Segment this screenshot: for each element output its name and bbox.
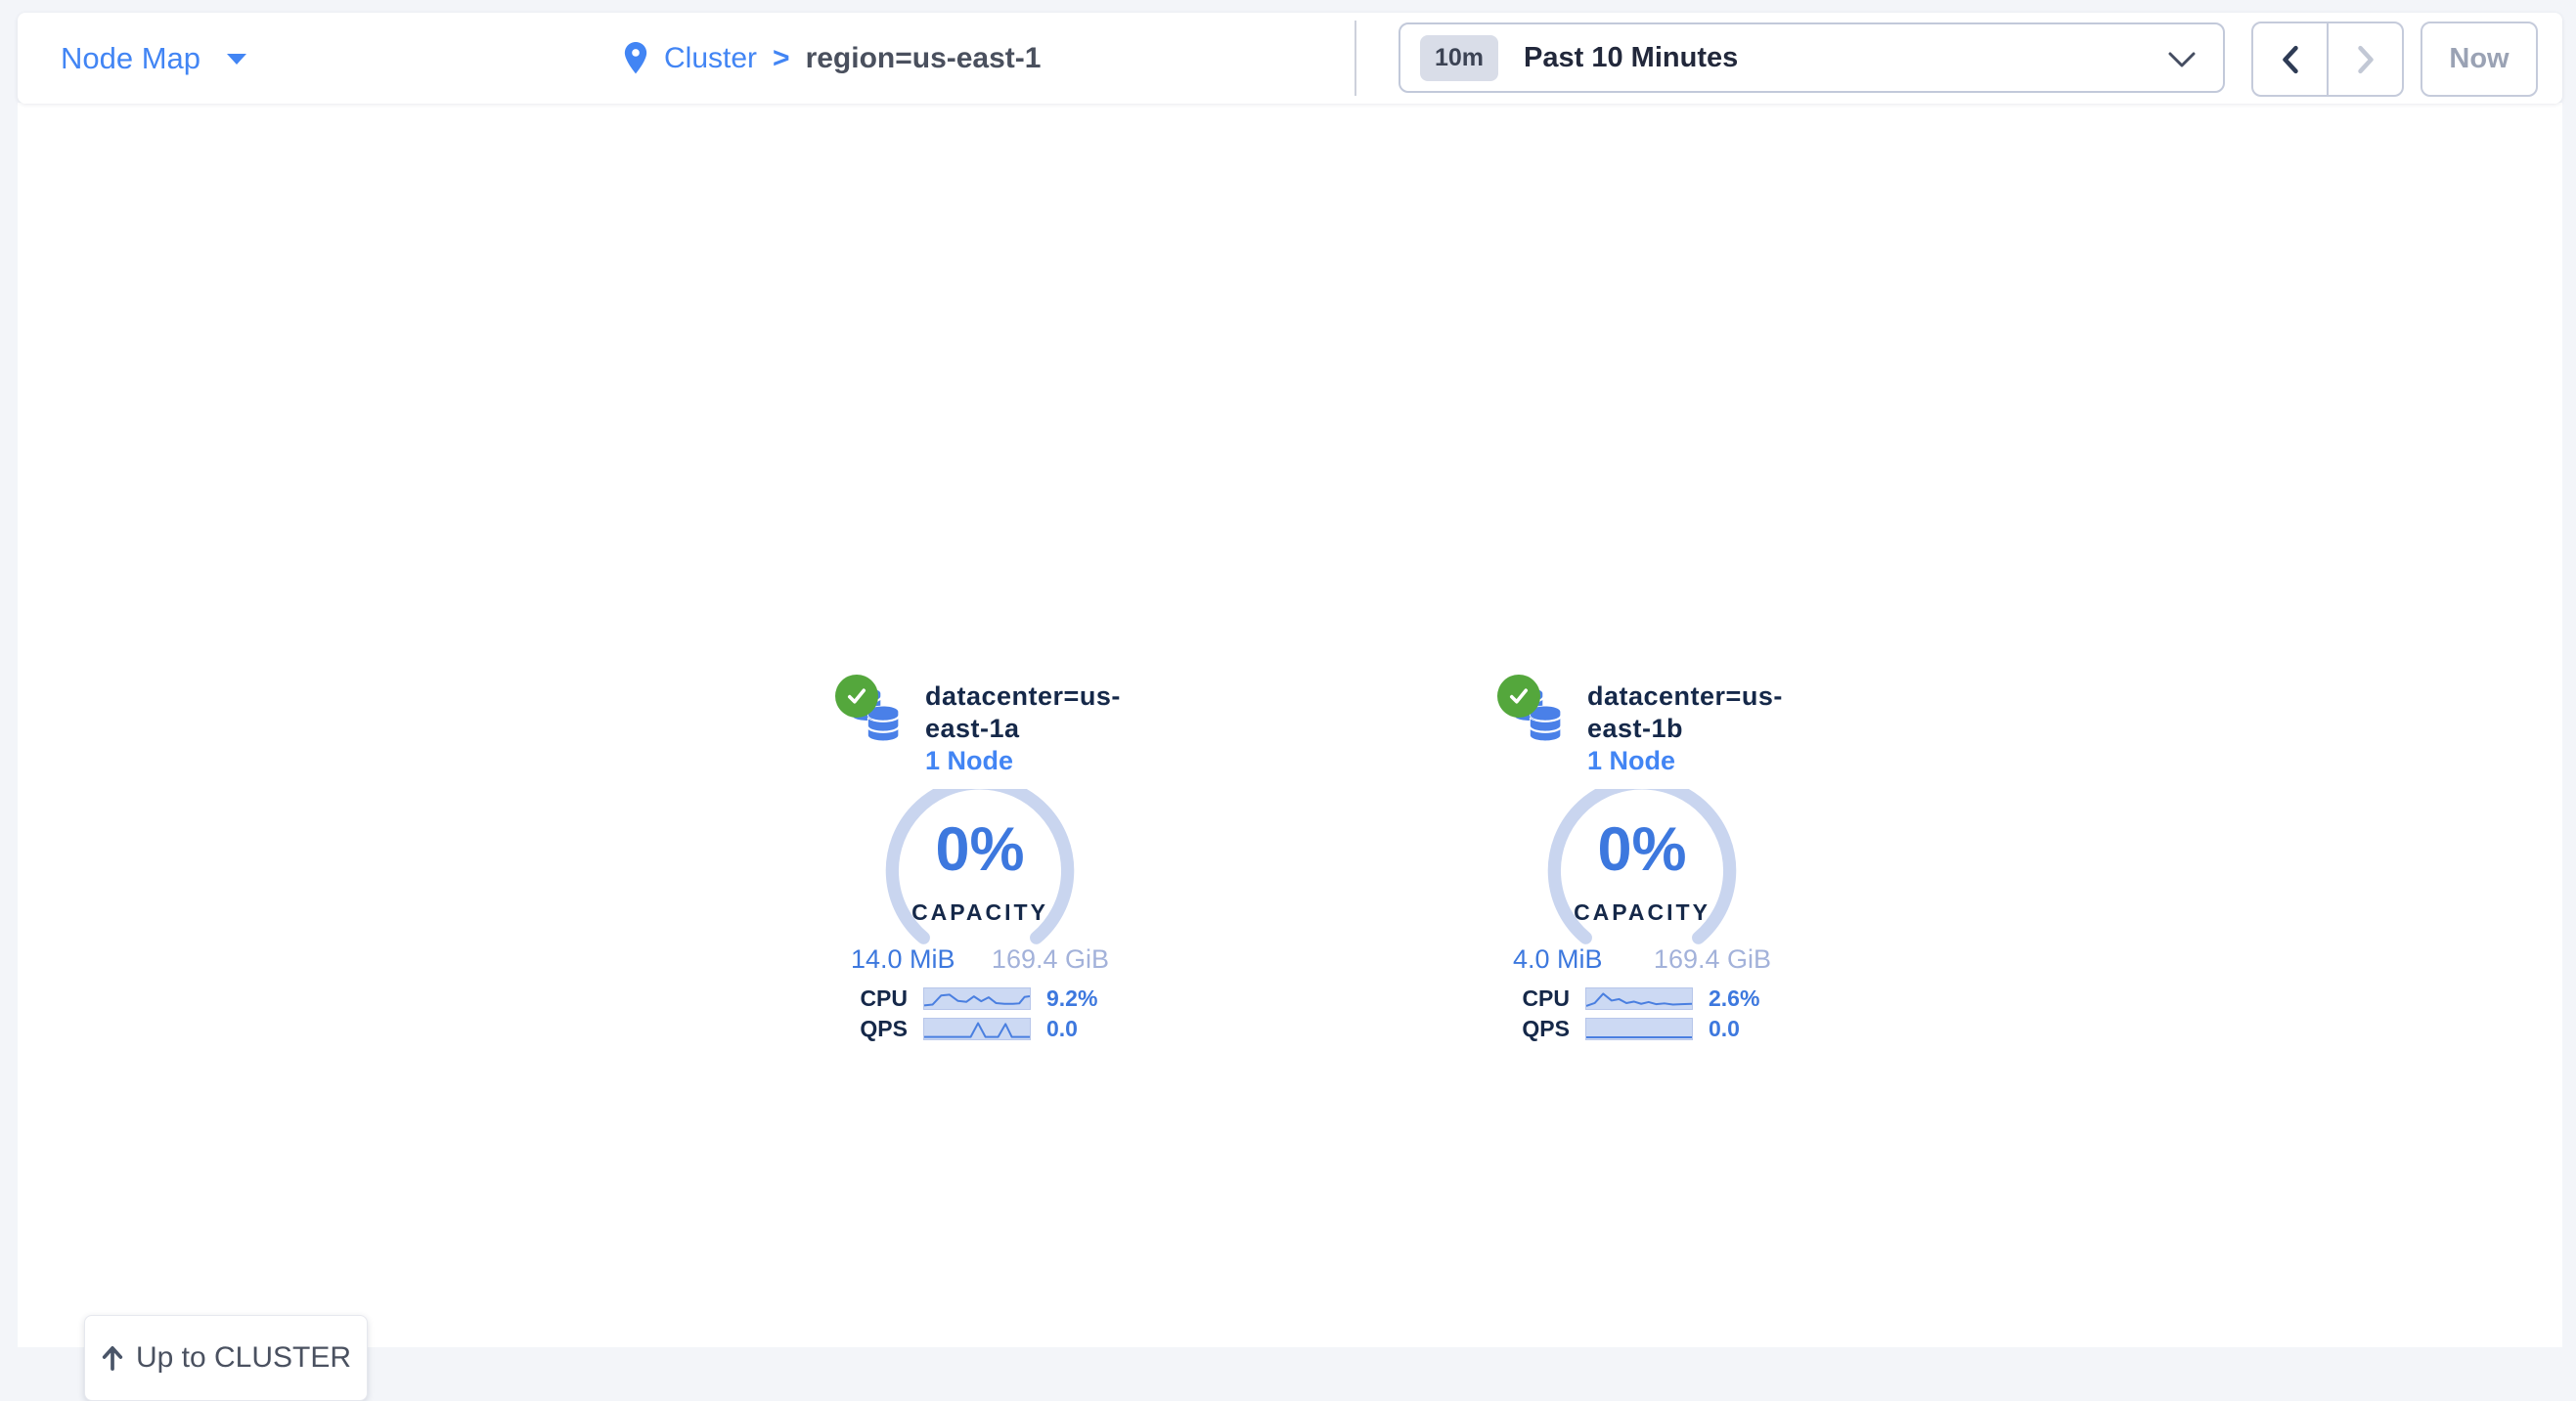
- datacenter-header: datacenter=us-east-1b 1 Node: [1497, 675, 1799, 777]
- now-button[interactable]: Now: [2421, 22, 2538, 97]
- caret-down-icon: [226, 52, 247, 66]
- chevron-right-icon: [2356, 44, 2376, 75]
- datacenter-title: datacenter=us-east-1b: [1587, 680, 1799, 745]
- time-range-dropdown[interactable]: 10m Past 10 Minutes: [1399, 22, 2225, 93]
- qps-sparkline: [923, 1018, 1031, 1040]
- datacenter-node-count-link[interactable]: 1 Node: [1587, 745, 1799, 777]
- breadcrumb-separator: >: [773, 42, 790, 75]
- prev-time-button[interactable]: [2253, 23, 2327, 95]
- capacity-label: CAPACITY: [880, 899, 1080, 926]
- capacity-gauge: 0% CAPACITY: [1542, 789, 1742, 948]
- qps-sparkline: [1585, 1018, 1693, 1040]
- chevron-down-icon: [2168, 52, 2196, 68]
- header-divider: [1355, 21, 1356, 96]
- healthy-check-icon: [835, 675, 878, 718]
- breadcrumb-cluster-link[interactable]: Cluster: [664, 42, 757, 75]
- time-range-label: Past 10 Minutes: [1524, 42, 1738, 74]
- now-button-label: Now: [2449, 43, 2509, 75]
- up-to-cluster-button[interactable]: Up to CLUSTER: [84, 1315, 368, 1401]
- datacenter-card: datacenter=us-east-1b 1 Node 0% CAPACITY…: [1486, 675, 1799, 1047]
- datacenter-icon-group: [835, 675, 910, 749]
- cpu-value: 9.2%: [1046, 985, 1097, 1012]
- arrow-up-icon: [101, 1344, 124, 1372]
- next-time-button[interactable]: [2327, 23, 2402, 95]
- capacity-percent: 0%: [880, 814, 1080, 885]
- capacity-values: 14.0 MiB 169.4 GiB: [851, 944, 1109, 975]
- node-map-canvas[interactable]: datacenter=us-east-1a 1 Node 0% CAPACITY…: [18, 103, 2562, 1347]
- cpu-sparkline: [1585, 987, 1693, 1010]
- view-selector-dropdown[interactable]: Node Map: [61, 13, 247, 104]
- metrics-block: CPU 9.2% QPS 0.0: [837, 986, 1123, 1040]
- capacity-values: 4.0 MiB 169.4 GiB: [1513, 944, 1771, 975]
- healthy-check-icon: [1497, 675, 1540, 718]
- qps-row: QPS 0.0: [1499, 1017, 1785, 1040]
- cpu-value: 2.6%: [1709, 985, 1759, 1012]
- capacity-used: 14.0 MiB: [851, 944, 955, 975]
- datacenter-node-count-link[interactable]: 1 Node: [925, 745, 1136, 777]
- qps-value: 0.0: [1046, 1016, 1078, 1042]
- capacity-total: 169.4 GiB: [992, 944, 1109, 975]
- qps-row: QPS 0.0: [837, 1017, 1123, 1040]
- qps-label: QPS: [1499, 1016, 1570, 1042]
- time-range-badge: 10m: [1420, 35, 1498, 81]
- datacenter-icon-group: [1497, 675, 1572, 749]
- breadcrumb-current: region=us-east-1: [806, 42, 1042, 75]
- location-pin-icon: [623, 42, 648, 75]
- qps-value: 0.0: [1709, 1016, 1740, 1042]
- up-to-cluster-label: Up to CLUSTER: [136, 1341, 351, 1375]
- cpu-label: CPU: [1499, 985, 1570, 1012]
- capacity-gauge: 0% CAPACITY: [880, 789, 1080, 948]
- cpu-row: CPU 9.2%: [837, 986, 1123, 1010]
- chevron-left-icon: [2281, 44, 2300, 75]
- metrics-block: CPU 2.6% QPS 0.0: [1499, 986, 1785, 1040]
- datacenter-header: datacenter=us-east-1a 1 Node: [835, 675, 1136, 777]
- capacity-percent: 0%: [1542, 814, 1742, 885]
- datacenter-title: datacenter=us-east-1a: [925, 680, 1136, 745]
- view-selector-label: Node Map: [61, 41, 200, 76]
- time-nav-group: [2251, 22, 2404, 97]
- breadcrumb: Cluster > region=us-east-1: [623, 13, 1041, 104]
- header-bar: Node Map Cluster > region=us-east-1 10m …: [18, 13, 2562, 104]
- capacity-used: 4.0 MiB: [1513, 944, 1603, 975]
- capacity-total: 169.4 GiB: [1654, 944, 1771, 975]
- capacity-label: CAPACITY: [1542, 899, 1742, 926]
- cpu-sparkline: [923, 987, 1031, 1010]
- datacenter-card: datacenter=us-east-1a 1 Node 0% CAPACITY…: [823, 675, 1136, 1047]
- cpu-label: CPU: [837, 985, 908, 1012]
- qps-label: QPS: [837, 1016, 908, 1042]
- cpu-row: CPU 2.6%: [1499, 986, 1785, 1010]
